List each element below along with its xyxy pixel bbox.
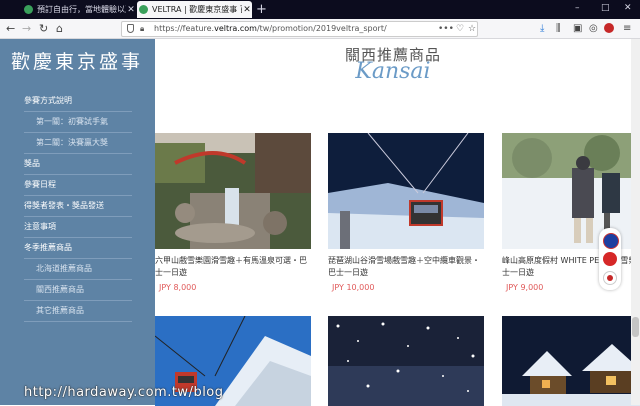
sidebar-toggle-icon[interactable]: ▣ — [573, 21, 582, 36]
sidebar-item-prizes[interactable]: 獎品 — [24, 154, 132, 175]
language-switcher — [599, 228, 621, 290]
tab-veltra-promotion[interactable]: VELTRA | 歡慶東京盛事 百萬獎 ✕ — [137, 1, 252, 18]
product-photo-onsen[interactable] — [155, 133, 311, 249]
maximize-button[interactable]: □ — [601, 3, 610, 13]
sidebar-item-winter-picks[interactable]: 冬季推薦商品 — [24, 238, 132, 259]
sidebar-item-kansai[interactable]: 關西推薦商品 — [24, 280, 132, 301]
veltra-favicon-icon — [139, 5, 148, 14]
scrollbar-thumb[interactable] — [632, 317, 639, 337]
product-photo-ropeway[interactable] — [328, 133, 484, 249]
sidebar-item-winners[interactable]: 得獎者發表・獎品發送 — [24, 196, 132, 217]
hamburger-menu-icon[interactable]: ≡ — [623, 21, 631, 36]
sidebar-item-round-1[interactable]: 第一關：初賽試手氣 — [24, 112, 132, 133]
watermark: http://hardaway.com.tw/blog — [24, 385, 224, 400]
sidebar: 歡慶東京盛事 參賽方式說明 第一關：初賽試手氣 第二關：決賽贏大獎 獎品 參賽日… — [0, 39, 155, 405]
minimize-button[interactable]: – — [575, 3, 580, 13]
navigation-bar: ← → ↻ ⌂ 🔒︎ https://feature.veltra.com/tw… — [0, 19, 640, 39]
product-photo-snow-night[interactable] — [328, 316, 484, 406]
url-text: https://feature.veltra.com/tw/promotion/… — [154, 24, 387, 33]
product-card-row2-3[interactable] — [502, 316, 640, 406]
download-icon[interactable]: ⤓ — [540, 21, 544, 36]
product-name[interactable]: 琵琶湖山谷滑雪場戲雪趣＋空中纜車觀景・巴士一日遊 — [328, 255, 484, 279]
address-bar[interactable]: 🔒︎ https://feature.veltra.com/tw/promoti… — [121, 21, 478, 37]
close-tab-icon[interactable]: ✕ — [242, 5, 252, 15]
sidebar-item-schedule[interactable]: 參賽日程 — [24, 175, 132, 196]
product-photo-village[interactable] — [502, 316, 640, 406]
forward-arrow-icon[interactable]: → — [22, 21, 31, 36]
main-content: 關西推薦商品 Kansai 六甲山戲雪樂園滑雪趣＋有馬溫泉可選・巴士一日遊 JP… — [155, 39, 640, 406]
reload-icon[interactable]: ↻ — [39, 21, 48, 36]
extension-red-icon[interactable] — [604, 23, 614, 33]
tab-title: 預訂自由行，當地體驗以及觀光 — [37, 5, 126, 14]
product-card-row2-2[interactable] — [328, 316, 484, 406]
product-price: JPY 8,000 — [159, 283, 197, 292]
hong-kong-flag-icon[interactable] — [603, 252, 617, 266]
tracking-shield-icon[interactable] — [127, 24, 134, 33]
sidebar-item-entry-method[interactable]: 參賽方式說明 — [24, 91, 132, 112]
tab-veltra-booking[interactable]: 預訂自由行，當地體驗以及觀光 ✕ — [22, 1, 136, 18]
page-actions-icon[interactable]: ••• — [438, 22, 454, 36]
close-tab-icon[interactable]: ✕ — [126, 5, 136, 15]
sidebar-item-notes[interactable]: 注意事項 — [24, 217, 132, 238]
veltra-favicon-icon — [24, 5, 33, 14]
taiwan-flag-icon[interactable] — [603, 233, 619, 249]
japan-flag-icon[interactable] — [603, 271, 617, 285]
section-subtitle: Kansai — [355, 59, 431, 84]
sidebar-item-hokkaido[interactable]: 北海道推薦商品 — [24, 259, 132, 280]
tab-title: VELTRA | 歡慶東京盛事 百萬獎 — [152, 5, 242, 14]
product-price: JPY 10,000 — [332, 283, 375, 292]
product-card-biwako[interactable]: 琵琶湖山谷滑雪場戲雪趣＋空中纜車觀景・巴士一日遊 JPY 10,000 — [328, 133, 484, 292]
home-icon[interactable]: ⌂ — [56, 21, 63, 36]
tab-bar: 預訂自由行，當地體驗以及觀光 ✕ VELTRA | 歡慶東京盛事 百萬獎 ✕ +… — [0, 0, 640, 19]
new-tab-button[interactable]: + — [256, 1, 267, 18]
sidebar-item-other[interactable]: 其它推薦商品 — [24, 301, 132, 322]
pocket-icon[interactable]: ♡ — [456, 22, 464, 36]
bookmark-star-icon[interactable]: ☆ — [468, 22, 476, 36]
product-name[interactable]: 六甲山戲雪樂園滑雪趣＋有馬溫泉可選・巴士一日遊 — [155, 255, 311, 279]
lock-icon[interactable]: 🔒︎ — [140, 22, 144, 36]
vertical-scrollbar[interactable] — [631, 39, 640, 405]
extension-icon[interactable]: ◎ — [589, 21, 598, 36]
close-window-button[interactable]: ✕ — [624, 3, 632, 13]
brand-title: 歡慶東京盛事 — [11, 51, 144, 73]
sidebar-menu: 參賽方式說明 第一關：初賽試手氣 第二關：決賽贏大獎 獎品 參賽日程 得獎者發表… — [24, 91, 132, 322]
library-icon[interactable]: ⫼ — [556, 21, 561, 36]
product-card-rokko[interactable]: 六甲山戲雪樂園滑雪趣＋有馬溫泉可選・巴士一日遊 JPY 8,000 — [155, 133, 311, 292]
back-arrow-icon[interactable]: ← — [6, 21, 15, 36]
sidebar-item-round-2[interactable]: 第二關：決賽贏大獎 — [24, 133, 132, 154]
